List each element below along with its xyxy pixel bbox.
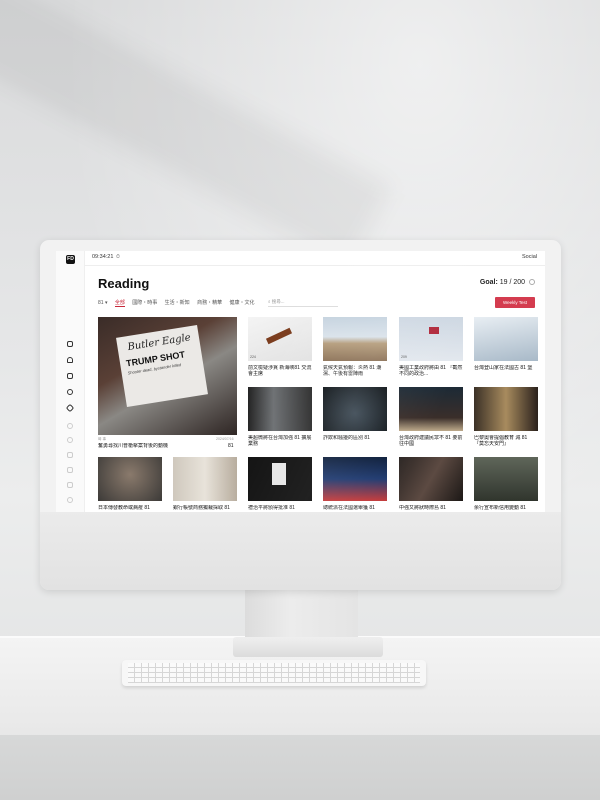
article-caption-13[interactable]: 中強又將狀時際島 81 [399, 505, 463, 511]
article-caption-10[interactable]: 銀行帳號商務獨裁採取 81 [173, 505, 237, 511]
article-thumb-8[interactable] [474, 387, 538, 431]
feature-date: 2024/07/16 [216, 437, 234, 441]
article-thumb-3[interactable]: 209 [399, 317, 463, 361]
info-icon[interactable] [529, 279, 535, 285]
calendar-icon[interactable] [67, 341, 73, 347]
feature-number: 81 [228, 443, 234, 449]
goal-label: Goal: [479, 279, 498, 286]
count-value: 81 [98, 300, 104, 306]
tab-lifestyle[interactable]: 生活・新知 [165, 299, 190, 306]
sidebar: FD [56, 251, 85, 512]
article-caption-9[interactable]: 日本傳發教命或病疫 81 [98, 505, 162, 511]
article-thumb-11[interactable] [248, 457, 312, 501]
feature-caption[interactable]: 奮勇尋找川普槍擊案背後的動機 [98, 443, 208, 449]
article-thumb-6[interactable] [323, 387, 387, 431]
monitor-stand-base [233, 637, 383, 657]
article-caption-5[interactable]: 美超微將在台灣加強 81 擴展業務 [248, 435, 312, 447]
article-thumb-2[interactable] [323, 317, 387, 361]
book-icon[interactable] [67, 373, 73, 379]
help-icon[interactable] [67, 497, 73, 503]
tab-business[interactable]: 商務・精華 [197, 299, 222, 306]
article-caption-6[interactable]: 詐欺和騷擾的區別 81 [323, 435, 387, 447]
article-caption-11[interactable]: 禮治平將頒得批准 81 [248, 505, 312, 511]
article-caption-4[interactable]: 台灣登山家在法國古 81 堡 [474, 365, 538, 377]
feature-meta: 時 事 [98, 437, 106, 441]
article-caption-12[interactable]: 總統派在法國選舉獲 81 [323, 505, 387, 511]
article-thumb-7[interactable] [399, 387, 463, 431]
article-thumb-10[interactable] [173, 457, 237, 501]
user-icon[interactable] [67, 452, 73, 458]
window-shape [272, 463, 286, 485]
count-dropdown[interactable]: 81 ▾ [98, 300, 107, 306]
app-logo[interactable]: FD [66, 255, 75, 264]
goal-value: 19 / 200 [499, 279, 526, 286]
logout-icon[interactable] [67, 482, 73, 488]
tab-culture[interactable]: 健康・文化 [229, 299, 254, 306]
clock: 09:34:21 [92, 254, 114, 260]
views-count: 209 [401, 355, 407, 359]
keyboard-keys [128, 663, 420, 683]
article-thumb-13[interactable] [399, 457, 463, 501]
page-title: Reading [98, 276, 150, 291]
monitor-stand [245, 590, 358, 640]
views-count: 224 [250, 355, 256, 359]
weekly-test-button[interactable]: Weekly Test [495, 297, 535, 308]
globe-icon[interactable] [67, 437, 73, 443]
goal-counter: Goal: 19 / 200 [480, 279, 535, 286]
search-icon: ⌕ [268, 299, 271, 304]
feature-article-image[interactable]: Butler Eagle TRUMP SHOT Shooter dead, by… [98, 317, 237, 435]
top-bar: 09:34:21 ⏱ Social [84, 251, 545, 266]
article-caption-14[interactable]: 余行宣布新信用變動 81 [474, 505, 538, 511]
tab-international[interactable]: 國際・時事 [132, 299, 157, 306]
tab-all[interactable]: 全部 [114, 299, 125, 307]
search-input[interactable]: ⌕ 搜尋... [268, 298, 338, 307]
article-thumb-1[interactable]: 224 [248, 317, 312, 361]
link-icon[interactable] [65, 403, 75, 413]
article-caption-2[interactable]: 氣候天氣預報：炎熱 81 潮濕、午後有雷陣雨 [323, 365, 387, 377]
monitor-chin [40, 512, 561, 590]
article-caption-1[interactable]: 前文檢疑涉貪 新海峽81 交流會主席 [248, 365, 312, 377]
screen: FD 09:34:21 ⏱ Social Reading Goal: 19 / … [56, 251, 545, 512]
article-thumb-12[interactable] [323, 457, 387, 501]
desk-front [0, 735, 600, 800]
headphones-icon[interactable] [67, 357, 73, 363]
article-thumb-5[interactable] [248, 387, 312, 431]
article-caption-7[interactable]: 台灣政府建議民眾不 81 要前往中國 [399, 435, 463, 447]
article-thumb-14[interactable] [474, 457, 538, 501]
filter-bar: 81 ▾ 全部 國際・時事 生活・新知 商務・精華 健康・文化 [98, 299, 261, 309]
keyboard [122, 660, 426, 686]
gavel-shape [265, 327, 293, 345]
social-link[interactable]: Social [522, 254, 537, 260]
search-placeholder: 搜尋... [271, 299, 285, 304]
flag-shape [429, 327, 439, 334]
alarm-icon: ⏱ [116, 254, 120, 260]
article-caption-3[interactable]: 美國工業政府將由 81 『截然不同的政治... [399, 365, 463, 377]
gift-icon[interactable] [67, 467, 73, 473]
newspaper: Butler Eagle TRUMP SHOT Shooter dead, by… [116, 325, 208, 407]
article-caption-8[interactable]: 巴黎奧會提倡教育 減 81 『莫忘天安門』 [474, 435, 538, 447]
article-thumb-4[interactable] [474, 317, 538, 361]
settings-icon[interactable] [67, 423, 73, 429]
chat-icon[interactable] [67, 389, 73, 395]
article-thumb-9[interactable] [98, 457, 162, 501]
